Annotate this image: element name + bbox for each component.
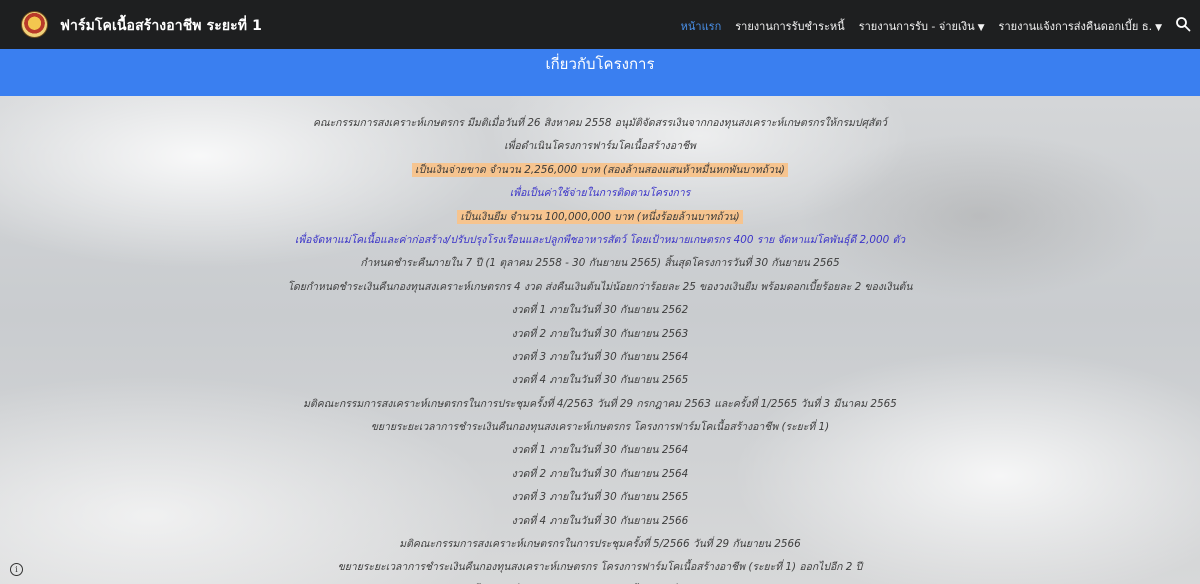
text-line: เป็นเงินจ่ายขาด จำนวน 2,256,000 บาท (สอง… bbox=[0, 159, 1200, 182]
text-line: คณะกรรมการสงเคราะห์เกษตรกร มีมติเมื่อวัน… bbox=[0, 112, 1200, 135]
site-title[interactable]: ฟาร์มโคเนื้อสร้างอาชีพ ระยะที่ 1 bbox=[60, 15, 262, 37]
nav-item-debt-payment-report[interactable]: รายงานการรับชำระหนี้ bbox=[735, 17, 844, 35]
search-icon[interactable] bbox=[1175, 16, 1191, 32]
text-line: งวดที่ 3 ภายในวันที่ 30 กันยายน 2564 bbox=[0, 346, 1200, 369]
text-line: งวดที่ 1 ภายในวันที่ 30 กันยายน 2564 bbox=[0, 439, 1200, 462]
text-line: งวดที่ 4 ภายในวันที่ 30 กันยายน 2565 bbox=[0, 369, 1200, 392]
info-icon[interactable]: i bbox=[10, 563, 23, 576]
text-line: งวดที่ 3 ภายในวันที่ 30 กันยายน 2565 bbox=[0, 486, 1200, 509]
text-line: งวดที่ 4 ภายในวันที่ 30 กันยายน 2566 bbox=[0, 510, 1200, 533]
text-line: เป็นเงินยืม จำนวน 100,000,000 บาท (หนึ่ง… bbox=[0, 206, 1200, 229]
text-line-content: เป็นเงินจ่ายขาด จำนวน 2,256,000 บาท (สอง… bbox=[412, 162, 788, 177]
text-line-content: เพื่อจัดหาแม่โคเนื้อและค่าก่อสร้าง/ปรับป… bbox=[294, 233, 906, 246]
text-line-content: กำหนดชำระคืนภายใน 7 ปี (1 ตุลาคม 2558 - … bbox=[360, 257, 840, 270]
text-line: จากเดิมสิ้นสุดวันที่ 30 กันยายน 2566 เป็… bbox=[0, 580, 1200, 584]
text-line-content: ขยายระยะเวลาการชำระเงินคืนกองทุนสงเคราะห… bbox=[370, 421, 830, 434]
text-line: โดยกำหนดชำระเงินคืนกองทุนสงเคราะห์เกษตรก… bbox=[0, 276, 1200, 299]
text-line: เพื่อจัดหาแม่โคเนื้อและค่าก่อสร้าง/ปรับป… bbox=[0, 229, 1200, 252]
nav-item-label: รายงานแจ้งการส่งคืนดอกเบี้ย ธ. bbox=[998, 20, 1153, 33]
text-line-content: งวดที่ 3 ภายในวันที่ 30 กันยายน 2564 bbox=[511, 350, 689, 363]
text-line: งวดที่ 1 ภายในวันที่ 30 กันยายน 2562 bbox=[0, 299, 1200, 322]
text-line: มติคณะกรรมการสงเคราะห์เกษตรกรในการประชุม… bbox=[0, 533, 1200, 556]
nav-item-income-expense-report[interactable]: รายงานการรับ - จ่ายเงิน ▼ bbox=[859, 17, 985, 35]
text-line-content: มติคณะกรรมการสงเคราะห์เกษตรกรในการประชุม… bbox=[303, 397, 897, 410]
text-line-content: คณะกรรมการสงเคราะห์เกษตรกร มีมติเมื่อวัน… bbox=[313, 117, 887, 129]
text-line-content: งวดที่ 1 ภายในวันที่ 30 กันยายน 2562 bbox=[511, 304, 689, 317]
text-line-content: โดยกำหนดชำระเงินคืนกองทุนสงเคราะห์เกษตรก… bbox=[287, 280, 913, 293]
chevron-down-icon: ▼ bbox=[1155, 23, 1162, 33]
text-line: เพื่อดำเนินโครงการฟาร์มโคเนื้อสร้างอาชีพ bbox=[0, 135, 1200, 158]
page-banner: เกี่ยวกับโครงการ bbox=[0, 49, 1200, 96]
text-line: ขยายระยะเวลาการชำระเงินคืนกองทุนสงเคราะห… bbox=[0, 416, 1200, 439]
chevron-down-icon: ▼ bbox=[977, 23, 985, 33]
text-line-content: งวดที่ 3 ภายในวันที่ 30 กันยายน 2565 bbox=[511, 491, 689, 504]
top-navigation-bar: ฟาร์มโคเนื้อสร้างอาชีพ ระยะที่ 1 หน้าแรก… bbox=[0, 0, 1200, 49]
text-line: งวดที่ 2 ภายในวันที่ 30 กันยายน 2564 bbox=[0, 463, 1200, 486]
text-line: ขยายระยะเวลาการชำระเงินคืนกองทุนสงเคราะห… bbox=[0, 556, 1200, 579]
text-line-content: เพื่อเป็นค่าใช้จ่ายในการติดตามโครงการ bbox=[509, 187, 691, 200]
nav-item-label: รายงานการรับชำระหนี้ bbox=[735, 20, 845, 33]
page-title: เกี่ยวกับโครงการ bbox=[545, 55, 655, 73]
text-line: มติคณะกรรมการสงเคราะห์เกษตรกรในการประชุม… bbox=[0, 393, 1200, 416]
text-line-content: มติคณะกรรมการสงเคราะห์เกษตรกรในการประชุม… bbox=[399, 538, 801, 551]
project-description: คณะกรรมการสงเคราะห์เกษตรกร มีมติเมื่อวัน… bbox=[0, 112, 1200, 584]
text-line: กำหนดชำระคืนภายใน 7 ปี (1 ตุลาคม 2558 - … bbox=[0, 252, 1200, 275]
nav-item-label: รายงานการรับ - จ่ายเงิน bbox=[858, 20, 975, 33]
text-line-content: ขยายระยะเวลาการชำระเงินคืนกองทุนสงเคราะห… bbox=[337, 561, 863, 574]
content-area: คณะกรรมการสงเคราะห์เกษตรกร มีมติเมื่อวัน… bbox=[0, 96, 1200, 584]
text-line-content: งวดที่ 4 ภายในวันที่ 30 กันยายน 2566 bbox=[511, 514, 689, 527]
nav-menu: หน้าแรก รายงานการรับชำระหนี้ รายงานการรั… bbox=[681, 17, 1162, 35]
text-line-content: งวดที่ 4 ภายในวันที่ 30 กันยายน 2565 bbox=[511, 374, 689, 387]
text-line-content: เป็นเงินยืม จำนวน 100,000,000 บาท (หนึ่ง… bbox=[457, 209, 743, 224]
site-logo-icon[interactable] bbox=[21, 11, 48, 38]
nav-item-home[interactable]: หน้าแรก bbox=[681, 17, 722, 35]
nav-item-label: หน้าแรก bbox=[680, 20, 722, 33]
text-line-content: งวดที่ 2 ภายในวันที่ 30 กันยายน 2564 bbox=[511, 467, 689, 480]
text-line-content: เพื่อดำเนินโครงการฟาร์มโคเนื้อสร้างอาชีพ bbox=[504, 140, 696, 153]
text-line: งวดที่ 2 ภายในวันที่ 30 กันยายน 2563 bbox=[0, 323, 1200, 346]
nav-item-interest-return-report[interactable]: รายงานแจ้งการส่งคืนดอกเบี้ย ธ. ▼ bbox=[999, 17, 1162, 35]
text-line-content: งวดที่ 1 ภายในวันที่ 30 กันยายน 2564 bbox=[511, 444, 689, 457]
text-line-content: งวดที่ 2 ภายในวันที่ 30 กันยายน 2563 bbox=[511, 327, 689, 340]
text-line: เพื่อเป็นค่าใช้จ่ายในการติดตามโครงการ bbox=[0, 182, 1200, 205]
